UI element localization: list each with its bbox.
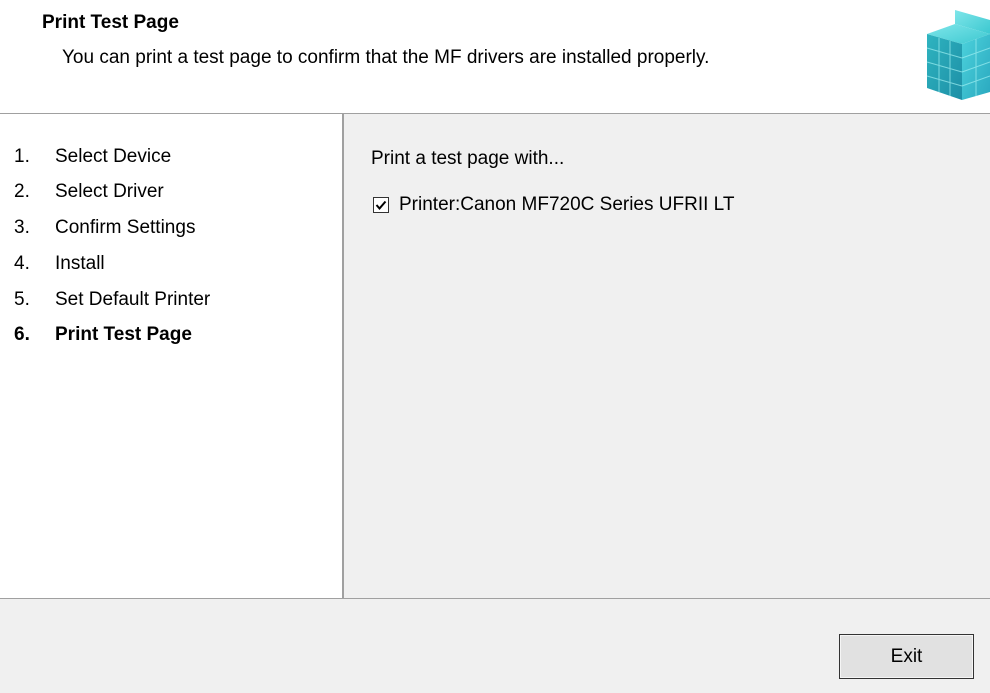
exit-button[interactable]: Exit: [839, 634, 974, 679]
canon-mf-cube-icon: [915, 4, 990, 104]
step-set-default-printer: 5. Set Default Printer: [14, 288, 210, 312]
steps-pane: 1. Select Device 2. Select Driver 3. Confir…: [0, 114, 344, 598]
footer: Exit: [0, 598, 990, 693]
step-label: Install: [55, 253, 105, 274]
step-number: 5.: [14, 289, 30, 310]
content-pane: Print a test page with... Printer:Canon …: [344, 114, 990, 598]
step-confirm-settings: 3. Confirm Settings: [14, 216, 195, 240]
step-label: Set Default Printer: [55, 289, 211, 310]
step-label: Confirm Settings: [55, 217, 196, 238]
step-number: 1.: [14, 146, 30, 167]
checkmark-icon: [375, 200, 387, 211]
content-title: Print a test page with...: [371, 148, 565, 169]
step-label: Select Device: [55, 146, 172, 167]
step-select-driver: 2. Select Driver: [14, 180, 164, 204]
step-number: 2.: [14, 181, 30, 202]
printer-checkbox[interactable]: [373, 197, 389, 213]
installer-window: Print Test Page You can print a test pag…: [0, 0, 990, 693]
printer-checkbox-row[interactable]: Printer:Canon MF720C Series UFRII LT: [373, 193, 734, 217]
step-number: 6.: [14, 324, 30, 345]
step-label: Select Driver: [55, 181, 164, 202]
step-install: 4. Install: [14, 252, 105, 276]
step-select-device: 1. Select Device: [14, 145, 171, 169]
page-description: You can print a test page to confirm tha…: [62, 47, 710, 68]
page-title: Print Test Page: [42, 12, 179, 33]
step-number: 3.: [14, 217, 30, 238]
header: Print Test Page You can print a test pag…: [0, 0, 990, 114]
step-number: 4.: [14, 253, 30, 274]
step-print-test-page: 6. Print Test Page: [14, 323, 192, 347]
step-label: Print Test Page: [55, 324, 192, 345]
printer-checkbox-label[interactable]: Printer:Canon MF720C Series UFRII LT: [399, 193, 734, 217]
